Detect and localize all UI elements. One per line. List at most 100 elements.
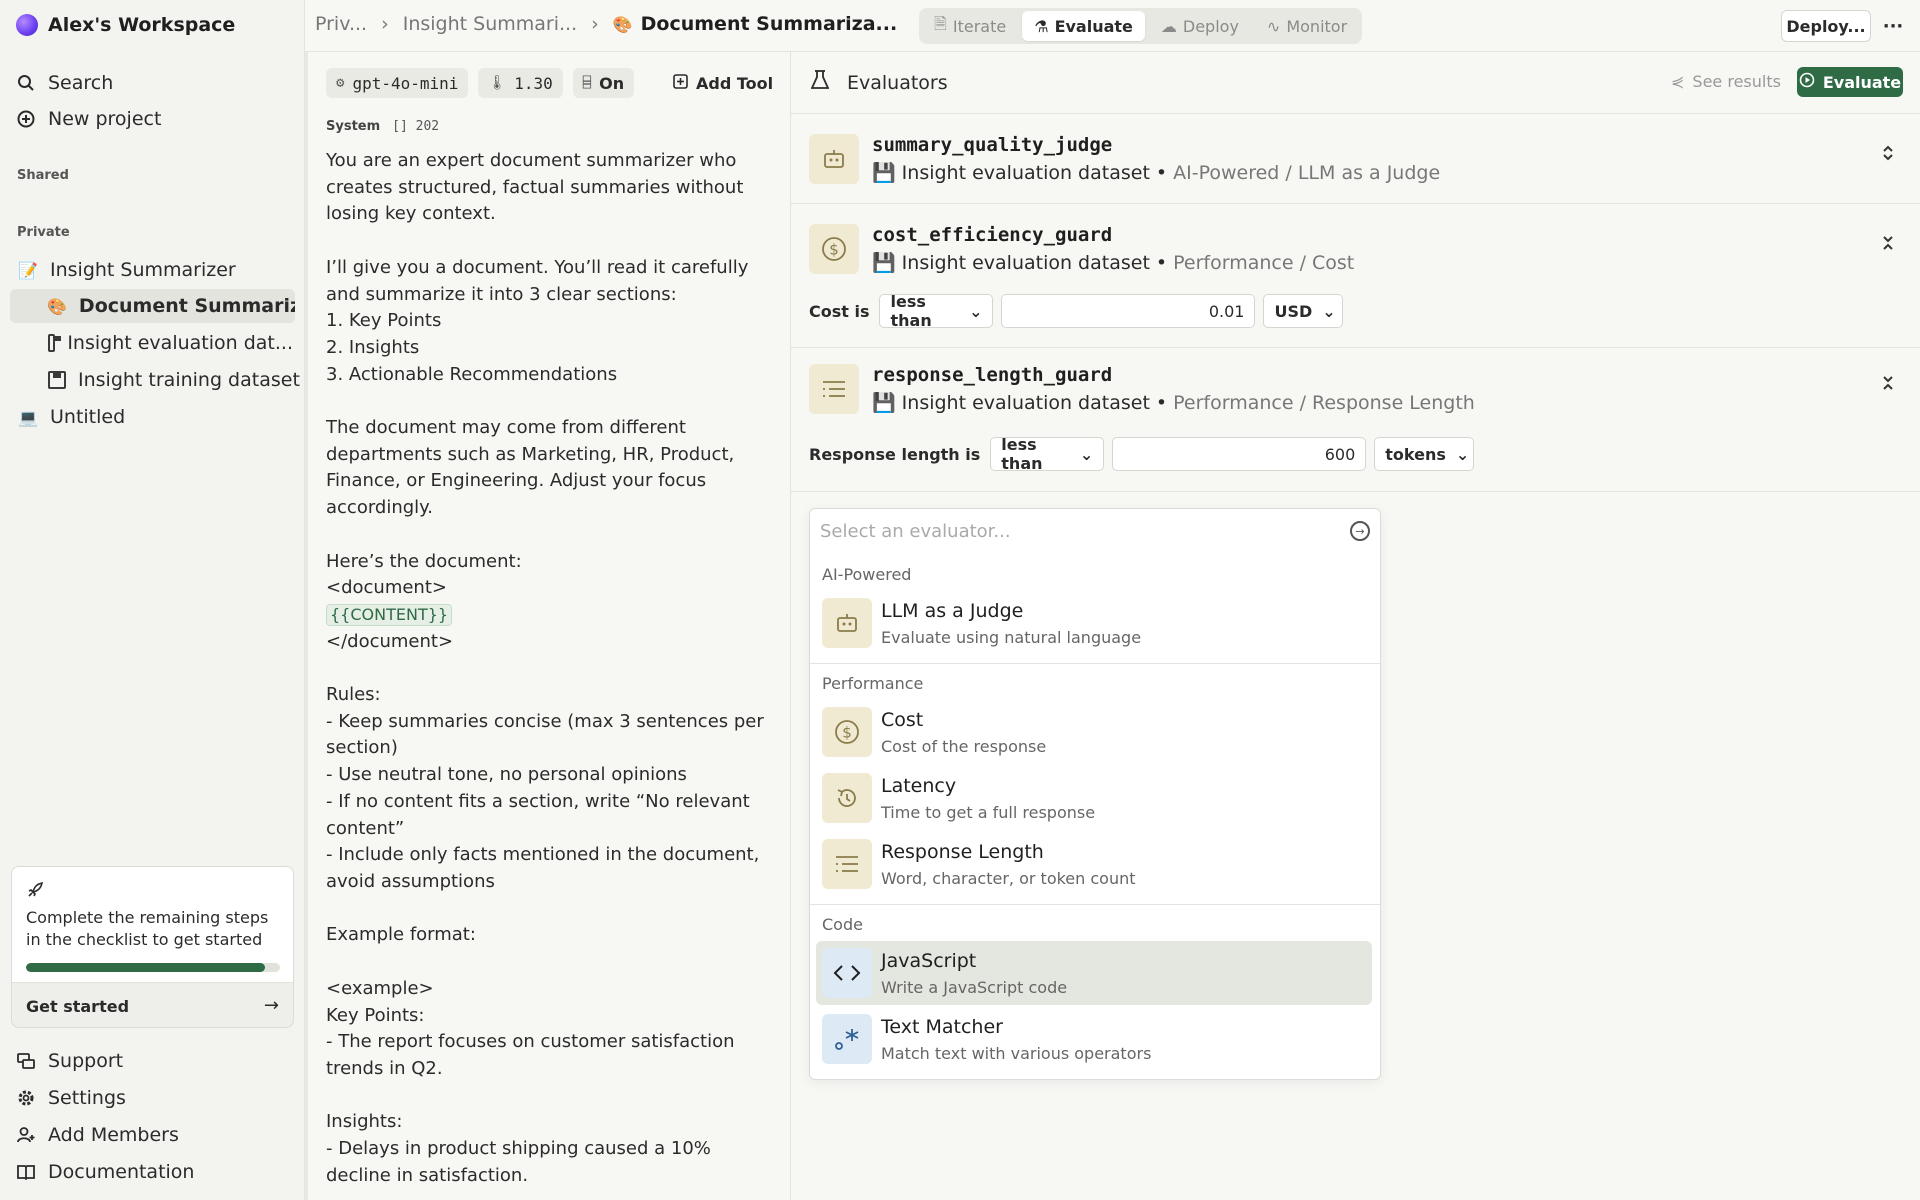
collapse-icon[interactable] xyxy=(1881,234,1895,257)
content-variable[interactable]: {{CONTENT}} xyxy=(326,603,453,626)
floppy-disk-icon: 💾 xyxy=(872,162,896,184)
model-gear-icon: ⚙ xyxy=(336,75,345,91)
tree-item-label: Insight training dataset xyxy=(78,369,300,391)
tree-item-evaluation-dataset[interactable]: Insight evaluation dat... xyxy=(48,326,293,360)
workspace-avatar xyxy=(16,14,38,36)
workspace-switcher[interactable]: Alex's Workspace xyxy=(16,13,235,37)
breadcrumb-current[interactable]: 🎨 Document Summariza... xyxy=(613,13,898,35)
picker-item-latency[interactable]: Latency Time to get a full response xyxy=(816,766,1372,830)
token-count-value: 202 xyxy=(415,119,440,134)
regex-icon xyxy=(822,1014,872,1064)
add-tool-button[interactable]: Add Tool xyxy=(673,68,773,98)
user-plus-icon xyxy=(16,1125,36,1145)
currency-select[interactable]: USD ⌄ xyxy=(1263,294,1344,328)
dollar-icon: $ xyxy=(809,224,859,274)
tab-label: Monitor xyxy=(1286,16,1348,36)
arrow-right-icon[interactable]: → xyxy=(264,995,279,1016)
new-project-nav[interactable]: New project xyxy=(16,104,161,134)
temperature-setting[interactable]: 🌡 1.30 xyxy=(478,68,563,98)
role-label[interactable]: System xyxy=(326,119,380,134)
expand-icon[interactable] xyxy=(1881,144,1895,167)
system-prompt-textarea[interactable]: You are an expert document summarizer wh… xyxy=(326,148,776,1189)
cloud-upload-icon: ☁ xyxy=(1160,16,1177,36)
add-tool-label: Add Tool xyxy=(696,73,774,93)
brackets-icon: [] xyxy=(392,119,408,134)
svg-text:$: $ xyxy=(829,241,839,259)
search-icon xyxy=(16,73,36,93)
picker-item-name: LLM as a Judge xyxy=(881,600,1024,622)
picker-item-response-length[interactable]: Response Length Word, character, or toke… xyxy=(816,832,1372,896)
support-nav[interactable]: Support xyxy=(16,1046,123,1076)
model-selector[interactable]: ⚙ gpt-4o-mini xyxy=(326,68,469,98)
evaluator-card: $ cost_efficiency_guard 💾 Insight evalua… xyxy=(791,204,1920,348)
see-results-button[interactable]: ⋞ See results xyxy=(1671,72,1781,91)
evaluator-dataset[interactable]: Insight evaluation dataset xyxy=(902,252,1150,274)
picker-item-desc: Write a JavaScript code xyxy=(881,978,1068,997)
picker-item-llm-judge[interactable]: LLM as a Judge Evaluate using natural la… xyxy=(816,591,1372,655)
tab-evaluate[interactable]: ⚗ Evaluate xyxy=(1022,11,1145,41)
flask-icon xyxy=(810,70,830,95)
divider xyxy=(810,904,1380,905)
checklist-text: Complete the remaining steps in the chec… xyxy=(26,908,269,949)
mode-tabs: 🗎 Iterate ⚗ Evaluate ☁ Deploy ∿ Monitor xyxy=(919,8,1363,44)
arrow-circle-icon[interactable]: → xyxy=(1350,521,1370,541)
model-config-bar: ⚙ gpt-4o-mini 🌡 1.30 ⌸ On xyxy=(326,68,635,98)
search-nav[interactable]: Search xyxy=(16,68,113,98)
evaluator-card: response_length_guard 💾 Insight evaluati… xyxy=(791,348,1920,492)
tree-item-document-summarizer[interactable]: 🎨 Document Summariz... xyxy=(10,289,295,323)
json-mode-toggle[interactable]: ⌸ On xyxy=(572,68,635,98)
picker-item-javascript[interactable]: JavaScript Write a JavaScript code xyxy=(816,941,1372,1005)
currency-value: USD xyxy=(1274,301,1313,321)
evaluator-card: summary_quality_judge 💾 Insight evaluati… xyxy=(791,114,1920,204)
unit-select[interactable]: tokens ⌄ xyxy=(1374,437,1475,471)
settings-nav[interactable]: Settings xyxy=(16,1083,126,1113)
tree-item-training-dataset[interactable]: Insight training dataset xyxy=(48,363,300,397)
evaluator-name[interactable]: response_length_guard xyxy=(872,364,1112,386)
chevron-down-icon: ⌄ xyxy=(1455,444,1470,464)
private-section-label: Private xyxy=(17,225,70,240)
add-members-nav[interactable]: Add Members xyxy=(16,1120,179,1150)
evaluator-dataset[interactable]: Insight evaluation dataset xyxy=(902,162,1150,184)
evaluate-label: Evaluate xyxy=(1822,72,1902,92)
cost-threshold-input[interactable]: 0.01 xyxy=(1001,294,1256,328)
checklist-progress-fill xyxy=(26,963,265,972)
tab-monitor[interactable]: ∿ Monitor xyxy=(1255,11,1359,41)
dollar-icon: $ xyxy=(822,707,872,757)
search-label: Search xyxy=(48,72,114,94)
evaluate-button[interactable]: Evaluate xyxy=(1797,67,1903,97)
support-label: Support xyxy=(48,1050,124,1072)
breadcrumb-private[interactable]: Priv... xyxy=(315,13,367,35)
group-label-ai-powered: AI-Powered xyxy=(822,565,912,584)
operator-select[interactable]: less than ⌄ xyxy=(990,435,1105,473)
picker-item-name: JavaScript xyxy=(881,950,977,972)
evaluator-type: Performance / Cost xyxy=(1173,251,1355,274)
evaluator-name[interactable]: summary_quality_judge xyxy=(872,134,1112,156)
chat-icon xyxy=(16,1051,36,1071)
more-options-icon[interactable]: ··· xyxy=(1877,10,1909,42)
floppy-disk-icon xyxy=(48,371,66,389)
evaluator-dataset[interactable]: Insight evaluation dataset xyxy=(902,392,1150,414)
checklist-body: Complete the remaining steps in the chec… xyxy=(12,867,293,983)
deploy-button[interactable]: Deploy... xyxy=(1781,10,1871,42)
get-started-button[interactable]: Get started xyxy=(26,997,129,1016)
documentation-nav[interactable]: Documentation xyxy=(16,1157,194,1187)
condition-label: Cost is xyxy=(809,301,870,321)
tab-deploy[interactable]: ☁ Deploy xyxy=(1149,11,1251,41)
picker-item-name: Response Length xyxy=(881,841,1044,863)
tree-item-untitled[interactable]: 💻 Untitled xyxy=(18,400,125,434)
operator-value: less than xyxy=(890,292,932,330)
operator-select[interactable]: less than ⌄ xyxy=(879,292,994,330)
length-threshold-input[interactable]: 600 xyxy=(1112,437,1367,471)
evaluator-search-input[interactable]: Select an evaluator... → xyxy=(810,509,1380,553)
evaluator-meta: 💾 Insight evaluation dataset • Performan… xyxy=(872,251,1355,275)
picker-item-text-matcher[interactable]: Text Matcher Match text with various ope… xyxy=(816,1007,1372,1071)
picker-item-desc: Time to get a full response xyxy=(881,803,1096,822)
collapse-icon[interactable] xyxy=(1881,374,1895,397)
evaluator-name[interactable]: cost_efficiency_guard xyxy=(872,224,1112,246)
json-mode-value: On xyxy=(599,73,625,93)
picker-item-cost[interactable]: $ Cost Cost of the response xyxy=(816,700,1372,764)
breadcrumb-project[interactable]: Insight Summari... xyxy=(403,13,577,35)
tab-iterate[interactable]: 🗎 Iterate xyxy=(922,11,1018,41)
tree-item-insight-summarizer[interactable]: 📝 Insight Summarizer xyxy=(18,253,236,287)
new-project-label: New project xyxy=(48,108,162,130)
